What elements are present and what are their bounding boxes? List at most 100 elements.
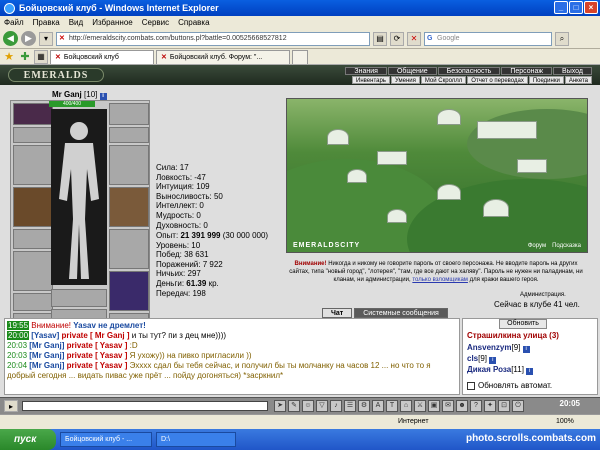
menu-character[interactable]: Персонаж <box>501 67 553 75</box>
chat-private[interactable]: private [ Yasav ] <box>67 361 128 370</box>
slot-shield[interactable] <box>109 187 149 227</box>
sound-icon[interactable]: ♪ <box>330 400 342 412</box>
menu-favorites[interactable]: Избранное <box>92 18 133 27</box>
slot-pocket[interactable] <box>13 251 53 291</box>
compat-icon[interactable]: ▤ <box>373 31 387 46</box>
submenu-scroll[interactable]: Мой Скроллл <box>420 76 467 84</box>
tab-system-messages[interactable]: Системные сообщения <box>354 308 448 318</box>
warning-link[interactable]: только взломщикам <box>412 277 468 283</box>
room-user[interactable]: Дикая Роза[11] i <box>467 364 534 375</box>
city-scene[interactable]: EMERALDSCITY Форум Подсказка <box>286 98 588 253</box>
chat-input[interactable] <box>22 401 268 411</box>
info-icon[interactable]: i <box>99 93 107 100</box>
favorites-star-icon[interactable]: ★ <box>2 50 16 64</box>
translit-icon[interactable]: T <box>386 400 398 412</box>
clear-icon[interactable]: ✎ <box>288 400 300 412</box>
menu-help[interactable]: Справка <box>178 18 209 27</box>
forward-button[interactable]: ▶ <box>21 31 36 46</box>
chat-log[interactable]: 19:55 Внимание! Yasav не дремлет! 20:00 … <box>4 318 460 395</box>
search-icon[interactable]: ⌕ <box>555 31 569 46</box>
taskbar-item-folder[interactable]: D:\ <box>156 432 236 447</box>
building[interactable] <box>477 121 537 139</box>
building[interactable] <box>517 159 547 173</box>
quest-icon[interactable]: ? <box>470 400 482 412</box>
submenu-profile[interactable]: Анкета <box>564 76 592 84</box>
chat-mode-icon[interactable]: ▸ <box>4 400 18 412</box>
settings-icon[interactable]: ⚙ <box>358 400 370 412</box>
character-name[interactable]: Mr Ganj [10] i <box>52 90 107 100</box>
zoom-level[interactable]: 100% <box>556 415 574 429</box>
room-user[interactable]: cls[9] i <box>467 353 533 364</box>
info-icon[interactable]: i <box>522 346 530 353</box>
mail-icon[interactable]: ✉ <box>442 400 454 412</box>
slot-armor[interactable] <box>13 187 53 227</box>
maximize-button[interactable]: □ <box>569 1 583 14</box>
friends-icon[interactable]: ☻ <box>456 400 468 412</box>
submenu-transfers[interactable]: Отчет о переводах <box>467 76 528 84</box>
filter-icon[interactable]: ▽ <box>316 400 328 412</box>
back-button[interactable]: ◀ <box>3 31 18 46</box>
search-input[interactable]: G Google <box>424 31 552 46</box>
help-link[interactable]: Подсказка <box>552 243 581 249</box>
menu-tools[interactable]: Сервис <box>142 18 169 27</box>
building[interactable] <box>437 184 461 200</box>
user-name[interactable]: Ansvenzym <box>467 343 511 352</box>
room-user[interactable]: Ansvenzym[9] i <box>467 342 533 353</box>
smiles-icon[interactable]: ☺ <box>302 400 314 412</box>
taskbar-item-ie[interactable]: Бойцовский клуб - ... <box>60 432 152 447</box>
slot-earrings[interactable] <box>13 103 53 125</box>
building[interactable] <box>347 169 367 183</box>
chat-private[interactable]: private [ Yasav ] <box>67 351 128 360</box>
auto-refresh[interactable]: Обновлять автомат. <box>467 381 552 390</box>
building[interactable] <box>387 209 407 223</box>
info-icon[interactable]: i <box>526 368 534 375</box>
tab-list-icon[interactable]: ▦ <box>34 50 48 64</box>
send-icon[interactable]: ➤ <box>274 400 286 412</box>
menu-view[interactable]: Вид <box>69 18 83 27</box>
menu-exit[interactable]: Выход <box>553 67 592 75</box>
building[interactable] <box>437 109 461 125</box>
chat-user[interactable]: [Mr Ganj] <box>29 351 64 360</box>
map-icon[interactable]: ⌂ <box>400 400 412 412</box>
menu-file[interactable]: Файл <box>4 18 24 27</box>
submenu-battles[interactable]: Поединки <box>528 76 564 84</box>
submenu-inventory[interactable]: Инвентарь <box>352 76 390 84</box>
chat-user[interactable]: [Mr Ganj] <box>29 341 64 350</box>
fight-icon[interactable]: ⚔ <box>414 400 426 412</box>
lock-icon[interactable]: ⊡ <box>498 400 510 412</box>
slot-legs[interactable] <box>109 229 149 269</box>
users-icon[interactable]: ☰ <box>344 400 356 412</box>
slot-bracers[interactable] <box>109 127 149 143</box>
slot-amulet[interactable] <box>13 127 53 143</box>
chat-private[interactable]: private [ Yasav ] <box>67 341 128 350</box>
font-icon[interactable]: A <box>372 400 384 412</box>
slot-pet[interactable] <box>109 271 149 311</box>
close-button[interactable]: × <box>584 1 598 14</box>
stop-icon[interactable]: ✕ <box>407 31 421 46</box>
user-name[interactable]: cls <box>467 354 478 363</box>
menu-knowledge[interactable]: Знания <box>345 67 387 75</box>
menu-security[interactable]: Безопасность <box>437 67 501 75</box>
user-name[interactable]: Дикая Роза <box>467 365 511 374</box>
refresh-button[interactable]: Обновить <box>499 319 547 329</box>
minimize-button[interactable]: _ <box>554 1 568 14</box>
chat-user[interactable]: [Yasav] <box>31 331 59 340</box>
building[interactable] <box>327 129 349 145</box>
chat-private[interactable]: private [ Mr Ganj ] <box>62 331 130 340</box>
slot-weapon[interactable] <box>13 145 53 185</box>
slot-boots[interactable] <box>51 289 107 307</box>
info-icon[interactable]: i <box>489 357 497 364</box>
magic-icon[interactable]: ✦ <box>484 400 496 412</box>
submenu-skills[interactable]: Умения <box>390 76 420 84</box>
building[interactable] <box>483 199 509 217</box>
building[interactable] <box>377 151 407 165</box>
url-input[interactable]: ✕ http://emeraldscity.combats.com/button… <box>56 31 370 46</box>
chat-user[interactable]: [Mr Ganj] <box>29 361 64 370</box>
slot-helmet[interactable] <box>109 103 149 125</box>
dropdown-icon[interactable]: ▾ <box>39 31 53 46</box>
auto-refresh-checkbox[interactable] <box>467 381 475 390</box>
tab-chat[interactable]: Чат <box>322 308 353 318</box>
new-tab-button[interactable] <box>292 50 308 64</box>
menu-communication[interactable]: Общение <box>387 67 437 75</box>
start-button[interactable]: пуск <box>0 429 56 450</box>
